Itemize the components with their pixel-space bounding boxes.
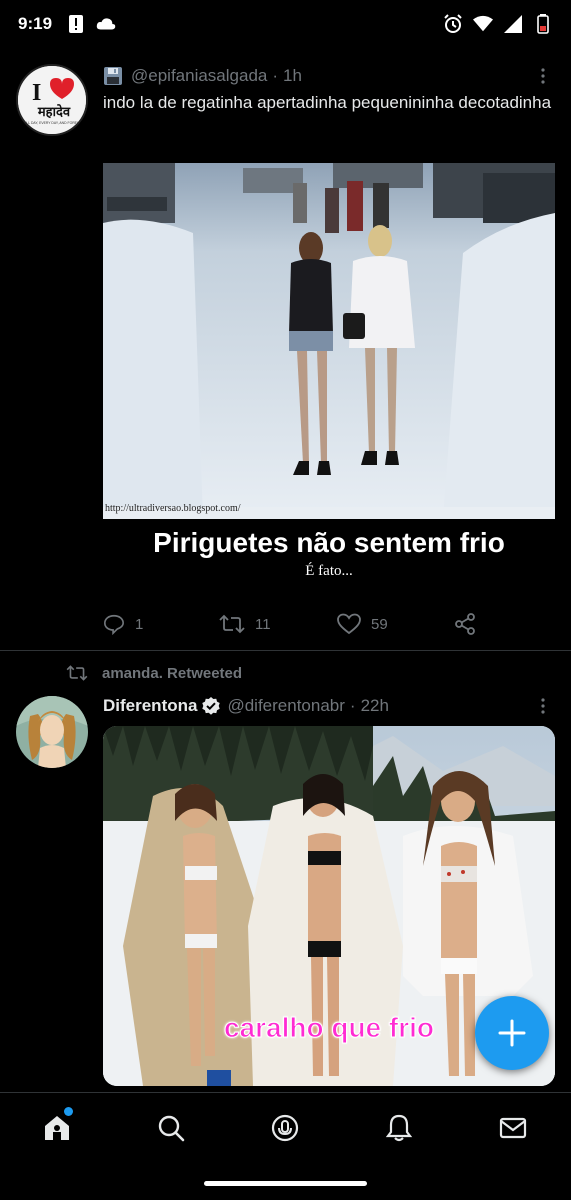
share-button[interactable]	[453, 612, 477, 636]
retweet-icon	[219, 614, 245, 634]
avatar-logo-tagline: ALL DAY, EVERY DAY, AND FOREVER	[24, 121, 84, 125]
plus-icon	[498, 1019, 526, 1047]
status-bar: 9:19	[0, 0, 571, 48]
tweet[interactable]: I महादेव ALL DAY, EVERY DAY, AND FOREVER…	[0, 54, 571, 651]
retweet-button[interactable]: 11	[219, 613, 271, 635]
retweeted-by-text[interactable]: amanda. Retweeted	[102, 665, 242, 682]
verified-badge-icon	[201, 696, 221, 716]
status-time: 9:19	[18, 14, 53, 33]
reply-button[interactable]: 1	[103, 613, 143, 635]
media-caption-main: Piriguetes não sentem frio	[153, 527, 505, 558]
more-options-button[interactable]	[531, 64, 555, 88]
tweet-time[interactable]: 1h	[283, 66, 302, 86]
like-button[interactable]: 59	[337, 613, 388, 635]
nav-messages[interactable]	[496, 1111, 530, 1145]
nav-home[interactable]	[40, 1107, 74, 1145]
nav-spaces[interactable]	[268, 1111, 302, 1145]
bottom-navigation	[0, 1092, 571, 1168]
tweet-media[interactable]: http://ultradiversao.blogspot.com/ Pirig…	[103, 163, 555, 593]
search-icon	[158, 1115, 185, 1142]
wifi-icon	[473, 14, 493, 34]
retweet-small-icon	[66, 665, 88, 681]
tweet-text: indo la de regatinha apertadinha pequeni…	[103, 93, 552, 112]
nav-search[interactable]	[154, 1111, 188, 1145]
heart-icon	[337, 613, 361, 635]
battery-low-icon	[533, 14, 553, 34]
tweet-handle[interactable]: @epifaniasalgada	[131, 66, 267, 86]
tweet-body: Diferentona @diferentonabr · 22h	[103, 694, 555, 718]
tweet-separator: ·	[272, 66, 279, 85]
media-caption-sub: É fato...	[305, 563, 353, 579]
tweet-handle[interactable]: @diferentonabr	[227, 696, 344, 716]
media-source-url: http://ultradiversao.blogspot.com/	[105, 503, 241, 514]
nav-notifications[interactable]	[382, 1111, 416, 1145]
compose-tweet-button[interactable]	[475, 996, 549, 1070]
floppy-icon	[103, 66, 123, 86]
reply-icon	[104, 614, 124, 635]
home-notification-dot	[64, 1107, 73, 1116]
gesture-home-indicator[interactable]	[204, 1181, 367, 1186]
avatar[interactable]: I महादेव ALL DAY, EVERY DAY, AND FOREVER	[16, 64, 88, 136]
alert-icon	[66, 14, 86, 34]
home-icon	[45, 1116, 69, 1140]
spaces-icon	[271, 1114, 299, 1142]
retweet-count: 11	[255, 615, 271, 633]
more-vertical-icon	[541, 698, 545, 714]
tweet-body: @epifaniasalgada · 1h indo la de regatin…	[103, 64, 555, 115]
tweet-display-name[interactable]: Diferentona	[103, 696, 197, 716]
cloud-icon	[96, 14, 116, 34]
avatar-logo-letter: I	[32, 80, 41, 106]
tweet-meta: Diferentona @diferentonabr · 22h	[103, 694, 555, 718]
like-count: 59	[371, 615, 388, 633]
reply-count: 1	[135, 615, 144, 633]
avatar-logo-script: महादेव	[37, 104, 71, 120]
messages-icon	[499, 1117, 527, 1139]
more-options-button[interactable]	[531, 694, 555, 718]
tweet-separator: ·	[349, 696, 356, 715]
notifications-icon	[385, 1114, 413, 1142]
tweet-actions: 1 11 59	[103, 611, 493, 637]
alarm-icon	[443, 14, 463, 34]
tweet-time[interactable]: 22h	[361, 696, 389, 716]
share-icon	[455, 613, 475, 635]
tweet-meta: @epifaniasalgada · 1h	[103, 64, 555, 88]
avatar[interactable]	[16, 696, 88, 768]
retweeted-by-line: amanda. Retweeted	[66, 664, 242, 682]
signal-icon	[503, 14, 523, 34]
media-photo: http://ultradiversao.blogspot.com/	[103, 163, 555, 519]
more-vertical-icon	[541, 68, 545, 84]
